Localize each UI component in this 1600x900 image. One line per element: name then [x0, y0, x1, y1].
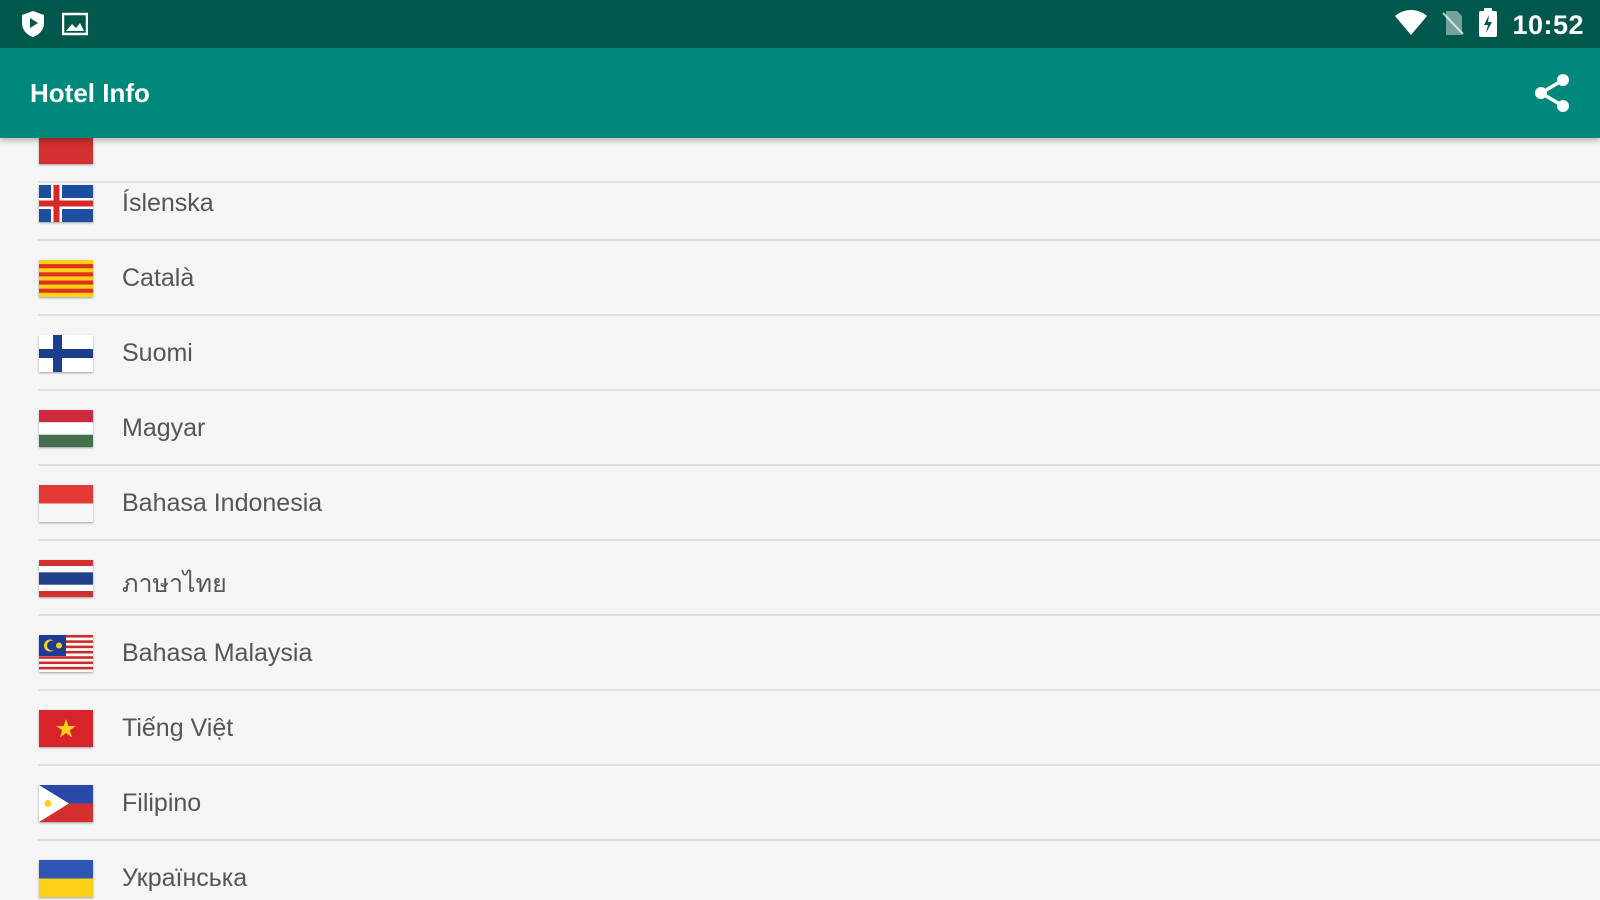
language-label: Bahasa Indonesia	[122, 489, 323, 517]
battery-charging-icon	[1478, 8, 1498, 43]
language-label: Tiếng Việt	[122, 714, 234, 742]
language-label: Català	[122, 264, 195, 292]
status-right-icons: 10:52	[1394, 8, 1584, 43]
list-item-bahasa-indonesia[interactable]: Bahasa Indonesia	[0, 466, 1600, 541]
status-left-icons	[20, 10, 89, 43]
list-item-magyar[interactable]: Magyar	[0, 391, 1600, 466]
list-item-ukrainska[interactable]: Українська	[0, 841, 1600, 900]
indonesia-flag	[39, 485, 93, 522]
philippines-flag	[39, 785, 93, 822]
vietnam-flag	[39, 710, 93, 747]
malaysia-flag	[39, 635, 93, 672]
finland-flag	[39, 335, 93, 372]
list-item-suomi[interactable]: Suomi	[0, 316, 1600, 391]
iceland-flag	[39, 185, 93, 222]
status-clock: 10:52	[1512, 10, 1584, 40]
share-icon	[1535, 74, 1569, 112]
hungary-flag	[39, 410, 93, 447]
status-bar: 10:52	[0, 0, 1600, 48]
partial-flag	[39, 138, 93, 164]
language-label: Українська	[122, 864, 248, 892]
language-list[interactable]: Íslenska Català Suomi Magyar Bahasa Indo…	[0, 138, 1600, 900]
shield-icon	[20, 10, 46, 43]
share-button[interactable]	[1532, 72, 1572, 114]
list-item-filipino[interactable]: Filipino	[0, 766, 1600, 841]
language-label: ภาษาไทย	[122, 570, 227, 598]
list-item-catala[interactable]: Català	[0, 241, 1600, 316]
thailand-flag	[39, 560, 93, 597]
app-bar: Hotel Info	[0, 48, 1600, 138]
ukraine-flag	[39, 860, 93, 897]
wifi-icon	[1394, 10, 1428, 41]
list-item-bahasa-malaysia[interactable]: Bahasa Malaysia	[0, 616, 1600, 691]
language-label: Magyar	[122, 414, 206, 442]
language-label: Filipino	[122, 789, 202, 817]
language-label: Suomi	[122, 339, 193, 367]
list-item-islenska[interactable]: Íslenska	[0, 166, 1600, 241]
language-label: Íslenska	[122, 189, 214, 217]
language-label: Bahasa Malaysia	[122, 639, 313, 667]
list-item-tieng-viet[interactable]: Tiếng Việt	[0, 691, 1600, 766]
app-title: Hotel Info	[30, 78, 150, 108]
no-sim-icon	[1442, 10, 1465, 41]
image-icon	[61, 12, 89, 41]
list-item-thai[interactable]: ภาษาไทย	[0, 541, 1600, 616]
catalonia-flag	[39, 260, 93, 297]
